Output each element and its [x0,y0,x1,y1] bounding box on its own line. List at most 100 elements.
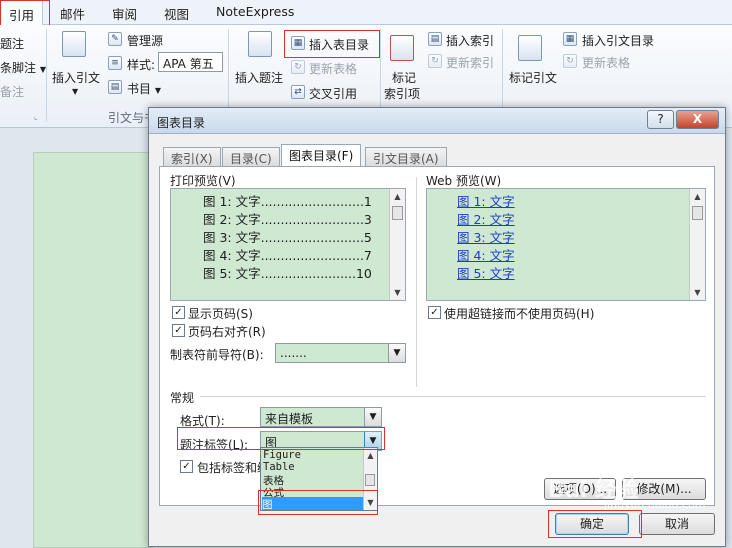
print-entry-4: 图 4: 文字..........................7 [203,248,372,263]
style-label: 样式: [127,58,156,72]
insert-endnote-button[interactable]: 题注 [0,35,24,52]
manage-sources-icon: ✎ [108,32,122,46]
update-index-icon: ↻ [428,54,442,68]
group-separator [46,29,47,121]
format-label: 格式(T): [180,414,225,428]
cancel-button[interactable]: 取消 [639,513,715,535]
tab-leader-value: ....... [280,346,307,360]
next-footnote-label: 条脚注 [0,61,37,75]
include-label-checkbox[interactable]: ✓ [180,460,193,473]
cross-reference-button[interactable]: 交叉引用 [309,85,357,102]
insert-citation-button[interactable]: 插入引文 [52,69,100,86]
cross-reference-icon: ⇄ [291,85,305,99]
dropdown-scrollbar[interactable]: ▲ ▼ [363,448,377,510]
tab-leader-label: 制表符前导符(B): [170,348,264,362]
caption-label-label: 题注标签(L): [180,438,249,452]
style-value: APA 第五 [163,57,214,71]
scroll-up-icon[interactable]: ▲ [364,448,377,463]
scroll-thumb[interactable] [392,206,403,220]
scroll-down-icon[interactable]: ▼ [390,285,405,300]
bibliography-button[interactable]: 书目 ▼ [127,80,161,97]
show-notes-button[interactable]: 备注 [0,83,24,100]
right-align-label: 页码右对齐(R) [188,325,266,339]
caption-option-figure-cn[interactable]: 图 [262,497,364,510]
next-footnote-button[interactable]: 条脚注 ▼ [0,59,46,76]
dropdown-arrow-icon[interactable]: ▼ [364,408,381,426]
ribbon-tab-bar: 引用 邮件 审阅 视图 NoteExpress [0,0,732,26]
web-preview-scrollbar[interactable]: ▲ ▼ [689,189,705,300]
insert-caption-icon[interactable] [248,31,272,57]
close-button[interactable]: X [676,110,719,129]
tab-references[interactable]: 引用 [0,0,44,26]
insert-index-icon: ▤ [428,32,442,46]
scroll-down-icon[interactable]: ▼ [690,285,705,300]
insert-caption-button[interactable]: 插入题注 [235,69,283,86]
web-entry-3: 图 3: 文字 [457,230,515,245]
table-of-figures-dialog: 图表目录 ? X 索引(X) 目录(C) 图表目录(F) 引文目录(A) 打印预… [148,107,726,547]
caption-label-dropdown-list[interactable]: Figure Table 表格 公式 图 ▲ ▼ [260,447,378,511]
update-table-button[interactable]: 更新表格 [309,60,357,77]
scroll-thumb[interactable] [365,474,375,486]
insert-citation-icon[interactable] [62,31,86,57]
print-preview-label: 打印预览(V) [170,174,236,188]
scroll-up-icon[interactable]: ▲ [690,189,705,204]
update-toa-button[interactable]: 更新表格 [582,54,630,71]
insert-toa-icon: ▦ [563,32,577,46]
web-preview-label: Web 预览(W) [426,174,502,188]
format-select[interactable]: 来自模板 ▼ [260,407,382,427]
tab-panel: 打印预览(V) 图 1: 文字.........................… [159,166,715,506]
update-index-button[interactable]: 更新索引 [446,54,494,71]
tab-review[interactable]: 审阅 [112,4,137,23]
web-entry-5: 图 5: 文字 [457,266,515,281]
style-select[interactable]: APA 第五 [158,52,223,72]
tab-table-of-authorities[interactable]: 引文目录(A) [365,147,447,166]
scroll-up-icon[interactable]: ▲ [390,189,405,204]
tab-table-of-figures[interactable]: 图表目录(F) [281,144,362,167]
caption-option-figure[interactable]: Figure [263,449,301,461]
help-button[interactable]: ? [647,110,674,129]
web-entry-1: 图 1: 文字 [457,194,515,209]
tab-mailings[interactable]: 邮件 [60,4,85,23]
insert-toa-button[interactable]: 插入引文目录 [582,32,654,49]
show-page-numbers-checkbox[interactable]: ✓ [172,306,185,319]
scroll-down-icon[interactable]: ▼ [364,495,377,510]
web-preview-box[interactable]: 图 1: 文字 图 2: 文字 图 3: 文字 图 4: 文字 图 5: 文字 … [426,188,706,301]
insert-index-button[interactable]: 插入索引 [446,32,494,49]
tab-leader-select[interactable]: ....... ▼ [275,343,406,363]
caption-option-table[interactable]: Table [263,461,295,473]
manage-sources-button[interactable]: 管理源 [127,32,163,49]
ok-button[interactable]: 确定 [555,513,629,535]
dialog-launcher-icon[interactable]: ⌞ [34,112,38,121]
tab-contents[interactable]: 目录(C) [222,147,280,166]
dialog-titlebar[interactable]: 图表目录 ? X [149,108,725,134]
web-entry-4: 图 4: 文字 [457,248,515,263]
scroll-thumb[interactable] [692,206,703,220]
mark-entry-button[interactable]: 标记 [392,69,416,86]
right-align-checkbox[interactable]: ✓ [172,324,185,337]
use-hyperlinks-checkbox[interactable]: ✓ [428,306,441,319]
update-table-icon: ↻ [291,60,305,74]
mark-citation-icon[interactable] [518,35,542,61]
format-value: 来自模板 [265,412,314,426]
web-entry-2: 图 2: 文字 [457,212,515,227]
mark-citation-button[interactable]: 标记引文 [509,69,557,86]
general-divider [200,396,706,397]
print-entry-3: 图 3: 文字..........................5 [203,230,372,245]
style-icon: ≡ [108,56,122,70]
tab-noteexpress[interactable]: NoteExpress [216,4,294,19]
insert-table-of-figures-button[interactable]: 插入表目录 [309,36,369,53]
preview-divider [416,177,417,387]
mark-entry-icon[interactable] [390,35,414,61]
tab-index[interactable]: 索引(X) [163,147,221,166]
general-section-label: 常规 [170,391,195,405]
print-preview-scrollbar[interactable]: ▲ ▼ [389,189,405,300]
use-hyperlinks-label: 使用超链接而不使用页码(H) [444,307,595,321]
tab-view[interactable]: 视图 [164,4,189,23]
dropdown-arrow-icon[interactable]: ▼ [72,87,78,96]
include-label-label: 包括标签和编 [197,461,270,475]
print-entry-1: 图 1: 文字..........................1 [203,194,372,209]
update-toa-icon: ↻ [563,54,577,68]
dropdown-arrow-icon[interactable]: ▼ [388,344,405,362]
document-page[interactable] [33,152,153,548]
print-preview-box[interactable]: 图 1: 文字..........................1 图 2: … [170,188,406,301]
